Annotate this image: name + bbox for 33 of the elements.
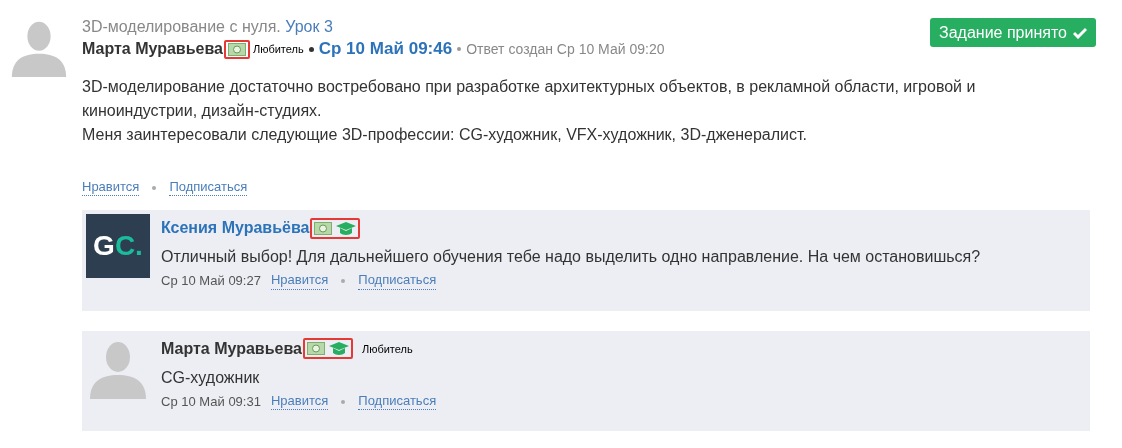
comment-date: Ср 10 Май 09:27 [161, 272, 261, 291]
comment-author[interactable]: Ксения Муравьёва [161, 216, 310, 241]
separator-dot-icon [457, 47, 462, 51]
author-name: Марта Муравьева [82, 39, 223, 59]
banknote-icon [314, 221, 333, 235]
banknote-icon [306, 342, 325, 356]
course-title: 3D-моделирование с нуля. [82, 18, 281, 35]
lesson-link[interactable]: Урок 3 [285, 18, 333, 35]
comment-text: Отличный выбор! Для дальнейшего обучения тебе надо выделить одно направление. На чем остановишься? [161, 247, 981, 268]
user-role: Любитель [252, 41, 304, 57]
post-paragraph: 3D-моделирование достаточно востребовано при разработке архитектурных объектов, в рекламной области, игровой и киноиндустрии, дизайн-студиях. [82, 77, 977, 121]
separator-dot-icon [341, 399, 346, 404]
comment-date: Ср 10 Май 09:31 [161, 392, 261, 411]
check-icon [1073, 26, 1087, 39]
created-time: Ответ создан Ср 10 Май 09:20 [466, 39, 665, 59]
user-role: Любитель [361, 341, 413, 357]
like-link[interactable]: Нравится [270, 272, 329, 290]
post-paragraph: Меня заинтересовали следующие 3D-профессии: CG-художник, VFX-художник, 3D-дженералист. [82, 125, 809, 145]
subscribe-link[interactable]: Подписаться [169, 179, 248, 197]
separator-dot-icon [341, 279, 346, 283]
subscribe-link[interactable]: Подписаться [358, 272, 437, 290]
separator-dot-icon [152, 185, 157, 190]
separator-dot-icon [308, 46, 314, 52]
subscribe-link[interactable]: Подписаться [358, 392, 437, 411]
graduation-cap-icon [328, 341, 349, 357]
like-link[interactable]: Нравится [82, 179, 140, 197]
task-accepted-button[interactable]: Задание принято [930, 18, 1096, 47]
like-link[interactable]: Нравится [270, 392, 329, 411]
comment-author: Марта Муравьева [161, 338, 302, 359]
graduation-cap-icon [336, 220, 357, 236]
logo-text: GC. [93, 232, 143, 261]
comment-text: CG-художник [161, 367, 261, 388]
post-date-link[interactable]: Ср 10 Май 09:46 [318, 36, 453, 62]
